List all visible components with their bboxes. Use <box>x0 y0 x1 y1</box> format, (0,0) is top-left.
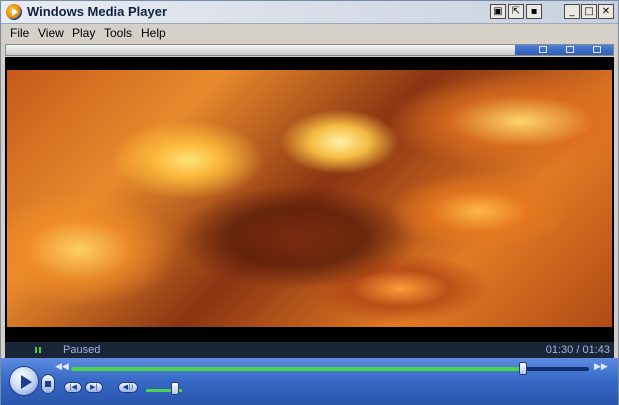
menu-tools[interactable]: Tools <box>104 26 132 40</box>
transport-controls: ◀◀ ▶▶ |◀ ▶| ◀)) <box>1 358 618 405</box>
minimize-button[interactable]: _ <box>564 4 580 19</box>
window-mode-icon[interactable] <box>566 46 574 53</box>
menu-help[interactable]: Help <box>141 26 166 40</box>
maximize-button[interactable]: □ <box>581 4 597 19</box>
fullscreen-mode-button[interactable]: ▣ <box>490 4 506 19</box>
seek-back-icon[interactable]: ◀◀ <box>55 362 69 372</box>
seek-forward-icon[interactable]: ▶▶ <box>594 362 608 372</box>
next-button[interactable]: ▶| <box>85 382 103 393</box>
mute-button[interactable]: ◀)) <box>118 382 138 393</box>
menu-play[interactable]: Play <box>72 26 95 40</box>
seek-progress <box>71 367 524 371</box>
title-bar[interactable]: Windows Media Player ▣ ⇱ ▪ _ □ ✕ <box>1 1 618 24</box>
window-title: Windows Media Player <box>27 4 168 19</box>
play-button[interactable] <box>9 366 39 396</box>
video-frame-explosion[interactable] <box>7 70 612 327</box>
view-controls <box>515 45 613 55</box>
stop-button[interactable] <box>41 374 55 394</box>
media-player-window: Windows Media Player ▣ ⇱ ▪ _ □ ✕ File Vi… <box>0 0 619 405</box>
seek-thumb[interactable] <box>519 362 528 375</box>
menu-file[interactable]: File <box>10 26 29 40</box>
menu-bar: File View Play Tools Help <box>1 24 618 42</box>
skin-mode-button[interactable]: ⇱ <box>508 4 524 19</box>
media-player-icon <box>6 4 22 20</box>
mini-mode-button[interactable]: ▪ <box>526 4 542 19</box>
status-bar: Paused 01:30 / 01:43 <box>5 342 614 358</box>
resize-icon[interactable] <box>593 46 601 53</box>
playback-state: Paused <box>63 344 101 356</box>
seek-bar[interactable] <box>71 362 589 375</box>
previous-button[interactable]: |◀ <box>64 382 82 393</box>
video-area[interactable] <box>5 57 614 342</box>
menu-view[interactable]: View <box>38 26 64 40</box>
pause-indicator-icon <box>35 347 37 353</box>
close-button[interactable]: ✕ <box>598 4 614 19</box>
monitor-icon[interactable] <box>539 46 547 53</box>
volume-thumb[interactable] <box>170 382 179 395</box>
playback-time: 01:30 / 01:43 <box>545 344 610 356</box>
taskbar-strip <box>5 44 614 56</box>
